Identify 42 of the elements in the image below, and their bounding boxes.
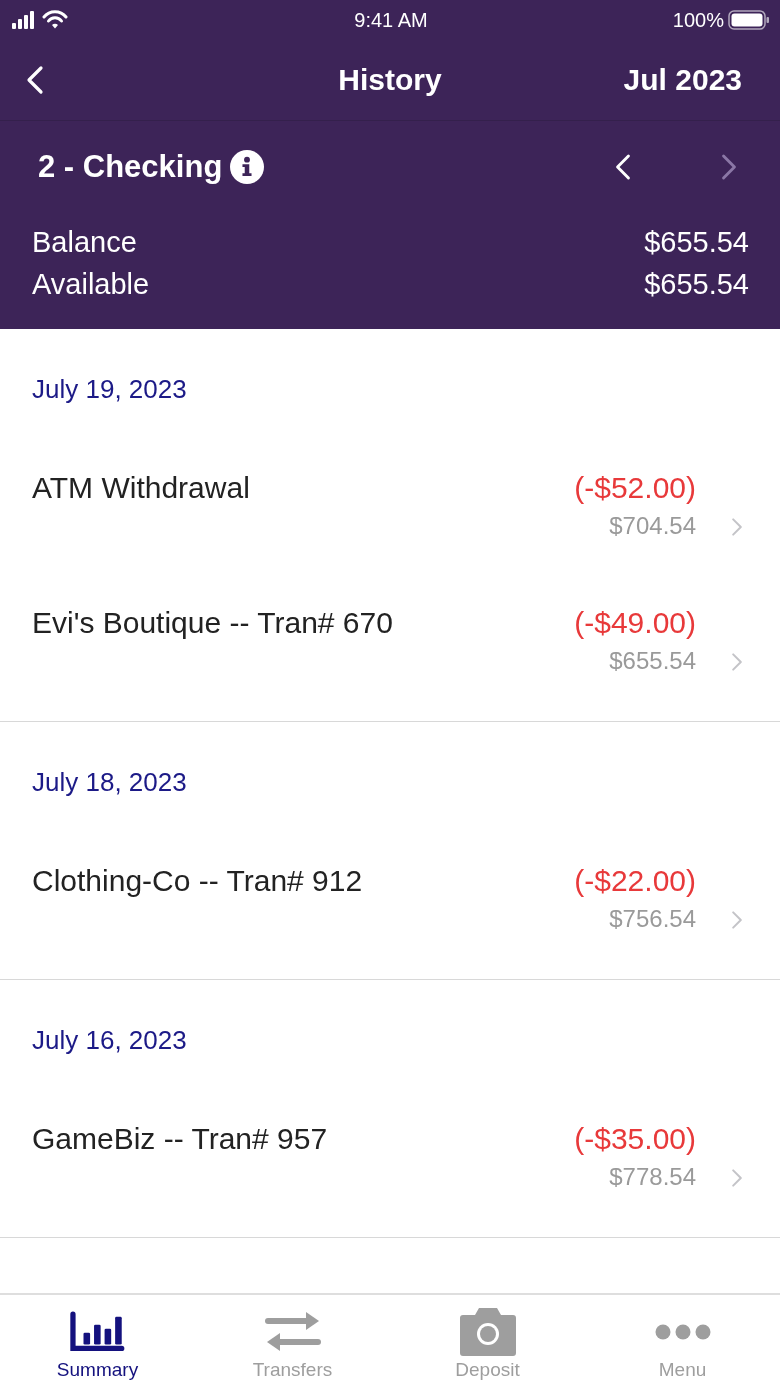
- transaction-row[interactable]: GameBiz -- Tran# 957 (-$35.00) $778.54: [0, 1072, 780, 1207]
- transaction-amount: (-$52.00): [574, 470, 696, 506]
- battery-icon: [728, 10, 770, 30]
- previous-icon[interactable]: [613, 152, 633, 182]
- running-balance: $704.54: [609, 511, 696, 541]
- chevron-icon: [730, 1166, 744, 1190]
- transaction-amount: (-$22.00): [574, 863, 696, 899]
- transaction-description: GameBiz -- Tran# 957: [32, 1121, 329, 1157]
- date-heading: July 16, 2023: [31, 1024, 188, 1057]
- battery-percent: 100%: [672, 8, 724, 32]
- info-icon[interactable]: [230, 150, 265, 184]
- transaction-description: Evi's Boutique -- Tran# 670: [32, 605, 394, 641]
- transaction-amount: (-$49.00): [574, 605, 696, 641]
- chevron-icon: [730, 908, 744, 932]
- status-time: 9:41 AM: [354, 8, 428, 32]
- chevron-icon: [730, 515, 744, 539]
- transaction-row[interactable]: ATM Withdrawal (-$52.00) $704.54: [0, 421, 780, 556]
- transaction-amount: (-$35.00): [574, 1121, 696, 1157]
- running-balance: $756.54: [609, 904, 696, 934]
- running-balance: $655.54: [609, 646, 696, 676]
- period-label: Jul 2023: [623, 63, 742, 97]
- transaction-description: ATM Withdrawal: [32, 470, 251, 506]
- transaction-row[interactable]: Evi's Boutique -- Tran# 670 (-$49.00) $655.54: [0, 556, 780, 691]
- transaction-row[interactable]: Clothing-Co -- Tran# 912 (-$22.00) $756.54: [0, 814, 780, 949]
- figure-label: Balance: [32, 225, 137, 260]
- figure-value: $655.54: [644, 267, 749, 302]
- account-name: 2 - Checking: [38, 149, 223, 185]
- more-icon: [654, 1324, 711, 1340]
- chevron-icon: [730, 650, 744, 674]
- arrows-icon: [263, 1311, 322, 1353]
- wifi-icon: [42, 10, 68, 30]
- date-heading: July 19, 2023: [31, 373, 188, 406]
- screen-title: History: [337, 63, 443, 97]
- transaction-description: Clothing-Co -- Tran# 912: [32, 863, 364, 899]
- figure-value: $655.54: [644, 225, 749, 260]
- date-heading: July 18, 2023: [31, 766, 188, 799]
- running-balance: $778.54: [609, 1162, 696, 1192]
- figure-label: Available: [32, 267, 150, 302]
- chart-icon: [68, 1311, 127, 1353]
- tab-item[interactable]: Summary: [0, 1295, 195, 1387]
- camera-icon: [458, 1307, 517, 1357]
- signal-icon: [12, 11, 34, 29]
